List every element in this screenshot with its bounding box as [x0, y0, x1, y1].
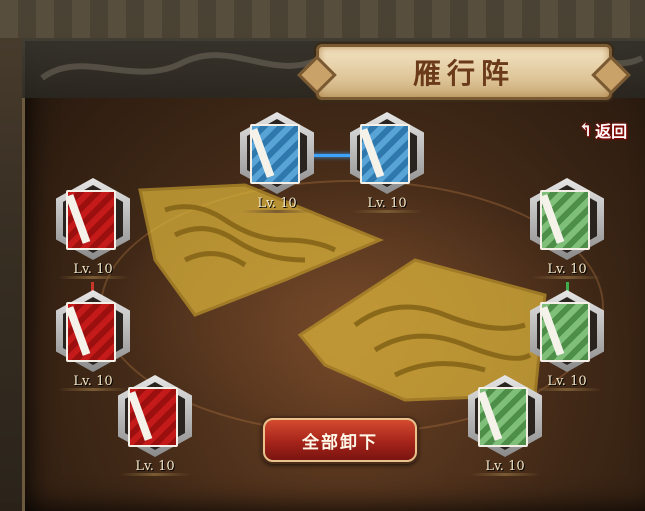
slot-blue-1[interactable]: Lv. 10 — [236, 112, 316, 213]
slot-level: Lv. 10 — [547, 262, 587, 277]
green-card-icon — [539, 302, 590, 362]
green-card-icon — [539, 190, 590, 250]
red-card-icon — [65, 190, 116, 250]
title-plate: 雁行阵 — [297, 44, 631, 100]
slot-blue-2[interactable]: Lv. 10 — [346, 112, 426, 213]
slot-red-3[interactable]: Lv. 10 — [114, 375, 194, 476]
slot-green-1[interactable]: Lv. 10 — [526, 178, 606, 279]
back-arrow-icon: ↰ — [578, 119, 594, 141]
slot-level: Lv. 10 — [135, 459, 175, 474]
slot-level: Lv. 10 — [73, 262, 113, 277]
red-card-icon — [65, 302, 116, 362]
slot-level: Lv. 10 — [485, 459, 525, 474]
slot-level: Lv. 10 — [257, 196, 297, 211]
blue-card-icon — [249, 124, 300, 184]
back-button[interactable]: ↰ 返回 — [578, 118, 627, 142]
slot-level: Lv. 10 — [367, 196, 407, 211]
unequip-all-button[interactable]: 全部卸下 — [263, 418, 417, 462]
back-button-label: 返回 — [595, 122, 628, 141]
green-card-icon — [477, 387, 528, 447]
red-card-icon — [127, 387, 178, 447]
blue-card-icon — [359, 124, 410, 184]
page-title: 雁行阵 — [412, 57, 515, 90]
slot-red-1[interactable]: Lv. 10 — [52, 178, 132, 279]
slot-green-3[interactable]: Lv. 10 — [464, 375, 544, 476]
frame-top-border — [0, 0, 645, 38]
